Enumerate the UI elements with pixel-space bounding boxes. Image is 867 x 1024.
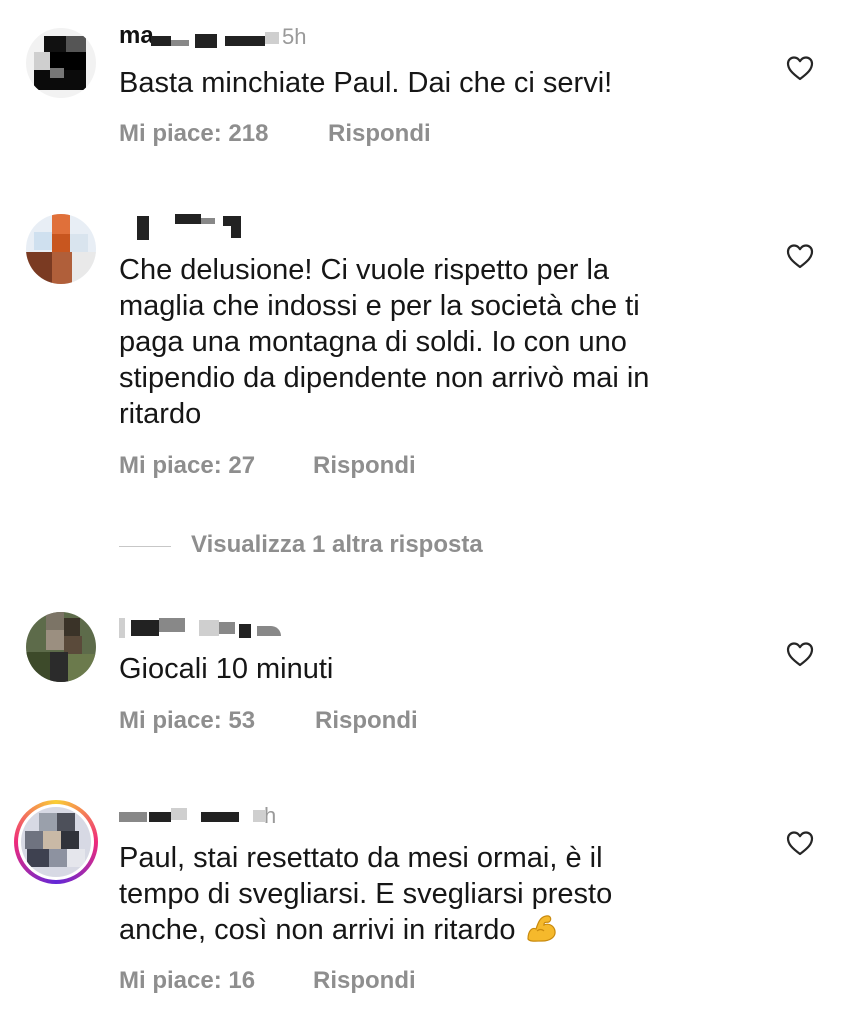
avatar[interactable] (26, 214, 96, 284)
avatar[interactable] (26, 28, 96, 98)
likes-label: Mi piace: (119, 967, 222, 994)
likes-value: 27 (228, 452, 256, 479)
username-visible: ma (119, 22, 154, 49)
likes-label: Mi piace: (119, 707, 222, 734)
avatar (21, 807, 91, 877)
likes-label: Mi piace: (119, 452, 222, 479)
heart-outline-icon[interactable] (786, 55, 814, 81)
likes-value: 16 (228, 967, 256, 994)
comment-text: Basta minchiate Paul. Dai che ci servi! (119, 67, 613, 99)
avatar-story-ring[interactable] (14, 800, 98, 884)
likes-count[interactable]: Mi piace: 53 (119, 707, 255, 735)
view-replies-label: Visualizza 1 altra risposta (191, 531, 483, 558)
comment-text: Paul, stai resettato da mesi ormai, è il… (119, 840, 759, 948)
reply-button[interactable]: Rispondi (315, 707, 418, 735)
flexed-biceps-emoji (516, 914, 558, 946)
likes-count[interactable]: Mi piace: 218 (119, 120, 268, 148)
comment-time: h (264, 803, 277, 828)
reply-button[interactable]: Rispondi (328, 120, 431, 148)
avatar[interactable] (26, 612, 96, 682)
comment-text: Che delusione! Ci vuole rispetto per la … (119, 254, 650, 430)
heart-outline-icon[interactable] (786, 830, 814, 856)
comment-text: Giocali 10 minuti (119, 653, 334, 685)
likes-count[interactable]: Mi piace: 27 (119, 452, 255, 480)
reply-button[interactable]: Rispondi (313, 452, 416, 480)
likes-value: 218 (228, 120, 269, 147)
heart-outline-icon[interactable] (786, 641, 814, 667)
likes-value: 53 (228, 707, 256, 734)
comment-time: 5h (282, 24, 307, 49)
likes-count[interactable]: Mi piace: 16 (119, 967, 255, 995)
likes-label: Mi piace: (119, 120, 222, 147)
reply-button[interactable]: Rispondi (313, 967, 416, 995)
replies-divider-line (119, 546, 171, 547)
heart-outline-icon[interactable] (786, 243, 814, 269)
